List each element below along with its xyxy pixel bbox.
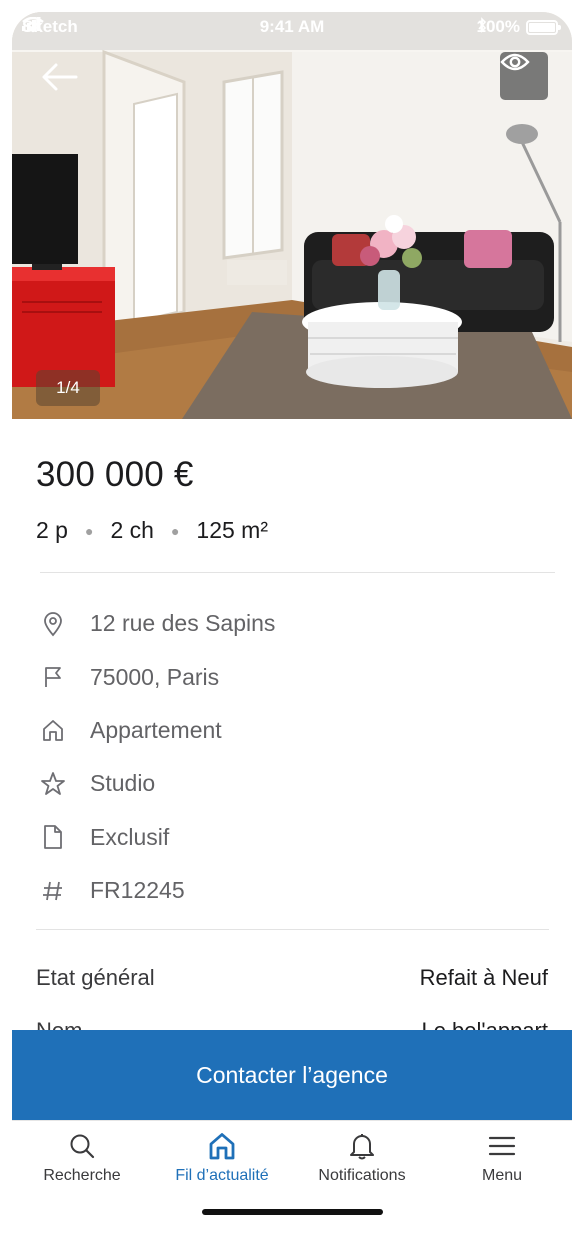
info-type: Appartement	[90, 716, 222, 743]
tab-bar: Recherche Fil d’actualité Notifications	[12, 1120, 572, 1224]
spec-bedrooms: 2 ch	[110, 517, 154, 543]
document-icon	[40, 824, 66, 850]
tab-notifications[interactable]: Notifications	[292, 1129, 432, 1185]
info-row-reference: FR12245	[40, 864, 540, 917]
photo-counter: 1/4	[36, 370, 100, 406]
tab-label: Notifications	[318, 1167, 406, 1184]
map-pin-icon	[40, 611, 66, 637]
info-address: 12 rue des Sapins	[90, 610, 276, 637]
detail-row-condition: Etat général Refait à Neuf	[36, 965, 548, 991]
info-category: Studio	[90, 770, 156, 797]
listing-photo[interactable]: Sketch 9:41 AM 100% 1/4	[12, 12, 572, 419]
flag-icon	[40, 664, 66, 690]
info-reference: FR12245	[90, 877, 185, 904]
spec-separator: ●	[84, 522, 94, 539]
tab-label: Recherche	[43, 1167, 121, 1184]
search-icon	[70, 1134, 95, 1159]
detail-label: Etat général	[36, 965, 155, 990]
home-icon	[40, 717, 66, 743]
arrow-left-icon	[42, 63, 78, 91]
tab-menu[interactable]: Menu	[432, 1129, 572, 1185]
menu-icon	[488, 1136, 516, 1156]
bell-icon	[350, 1134, 374, 1160]
bluetooth-icon	[477, 17, 486, 33]
info-row-category: Studio	[40, 757, 540, 810]
living-room-image	[12, 12, 572, 419]
tab-label: Fil d’actualité	[175, 1167, 269, 1184]
spec-area: 125 m²	[196, 517, 268, 543]
back-button[interactable]	[38, 62, 82, 92]
battery-icon	[526, 19, 561, 35]
info-row-address: 12 rue des Sapins	[40, 597, 540, 650]
divider	[40, 572, 555, 573]
listing-details: 300 000 € 2 p ● 2 ch ● 125 m² 12 rue des…	[12, 419, 572, 1031]
detail-value: Refait à Neuf	[419, 965, 548, 990]
home-icon	[209, 1133, 235, 1160]
tab-feed[interactable]: Fil d’actualité	[152, 1129, 292, 1185]
info-row-city: 75000, Paris	[40, 650, 540, 703]
info-list: 12 rue des Sapins 75000, Paris Apparteme…	[40, 597, 540, 917]
visibility-button[interactable]	[500, 52, 548, 100]
listing-price: 300 000 €	[36, 455, 194, 494]
eye-icon	[500, 53, 530, 71]
info-row-mandate: Exclusif	[40, 811, 540, 864]
home-indicator	[202, 1209, 383, 1215]
divider	[36, 929, 549, 930]
info-row-type: Appartement	[40, 704, 540, 757]
spec-separator: ●	[170, 522, 180, 539]
spec-rooms: 2 p	[36, 517, 68, 543]
star-icon	[40, 771, 66, 797]
status-bar: Sketch 9:41 AM 100%	[12, 12, 572, 42]
hash-icon	[40, 878, 66, 904]
contact-agency-button[interactable]: Contacter l’agence	[12, 1030, 572, 1120]
info-mandate: Exclusif	[90, 823, 170, 850]
app-screen: Sketch 9:41 AM 100% 1/4 300 000 € 2 p ● …	[12, 12, 572, 1224]
info-city: 75000, Paris	[90, 663, 220, 690]
tab-search[interactable]: Recherche	[12, 1129, 152, 1185]
status-right: 100%	[477, 17, 561, 37]
tab-label: Menu	[481, 1167, 523, 1184]
listing-specs: 2 p ● 2 ch ● 125 m²	[36, 517, 268, 544]
